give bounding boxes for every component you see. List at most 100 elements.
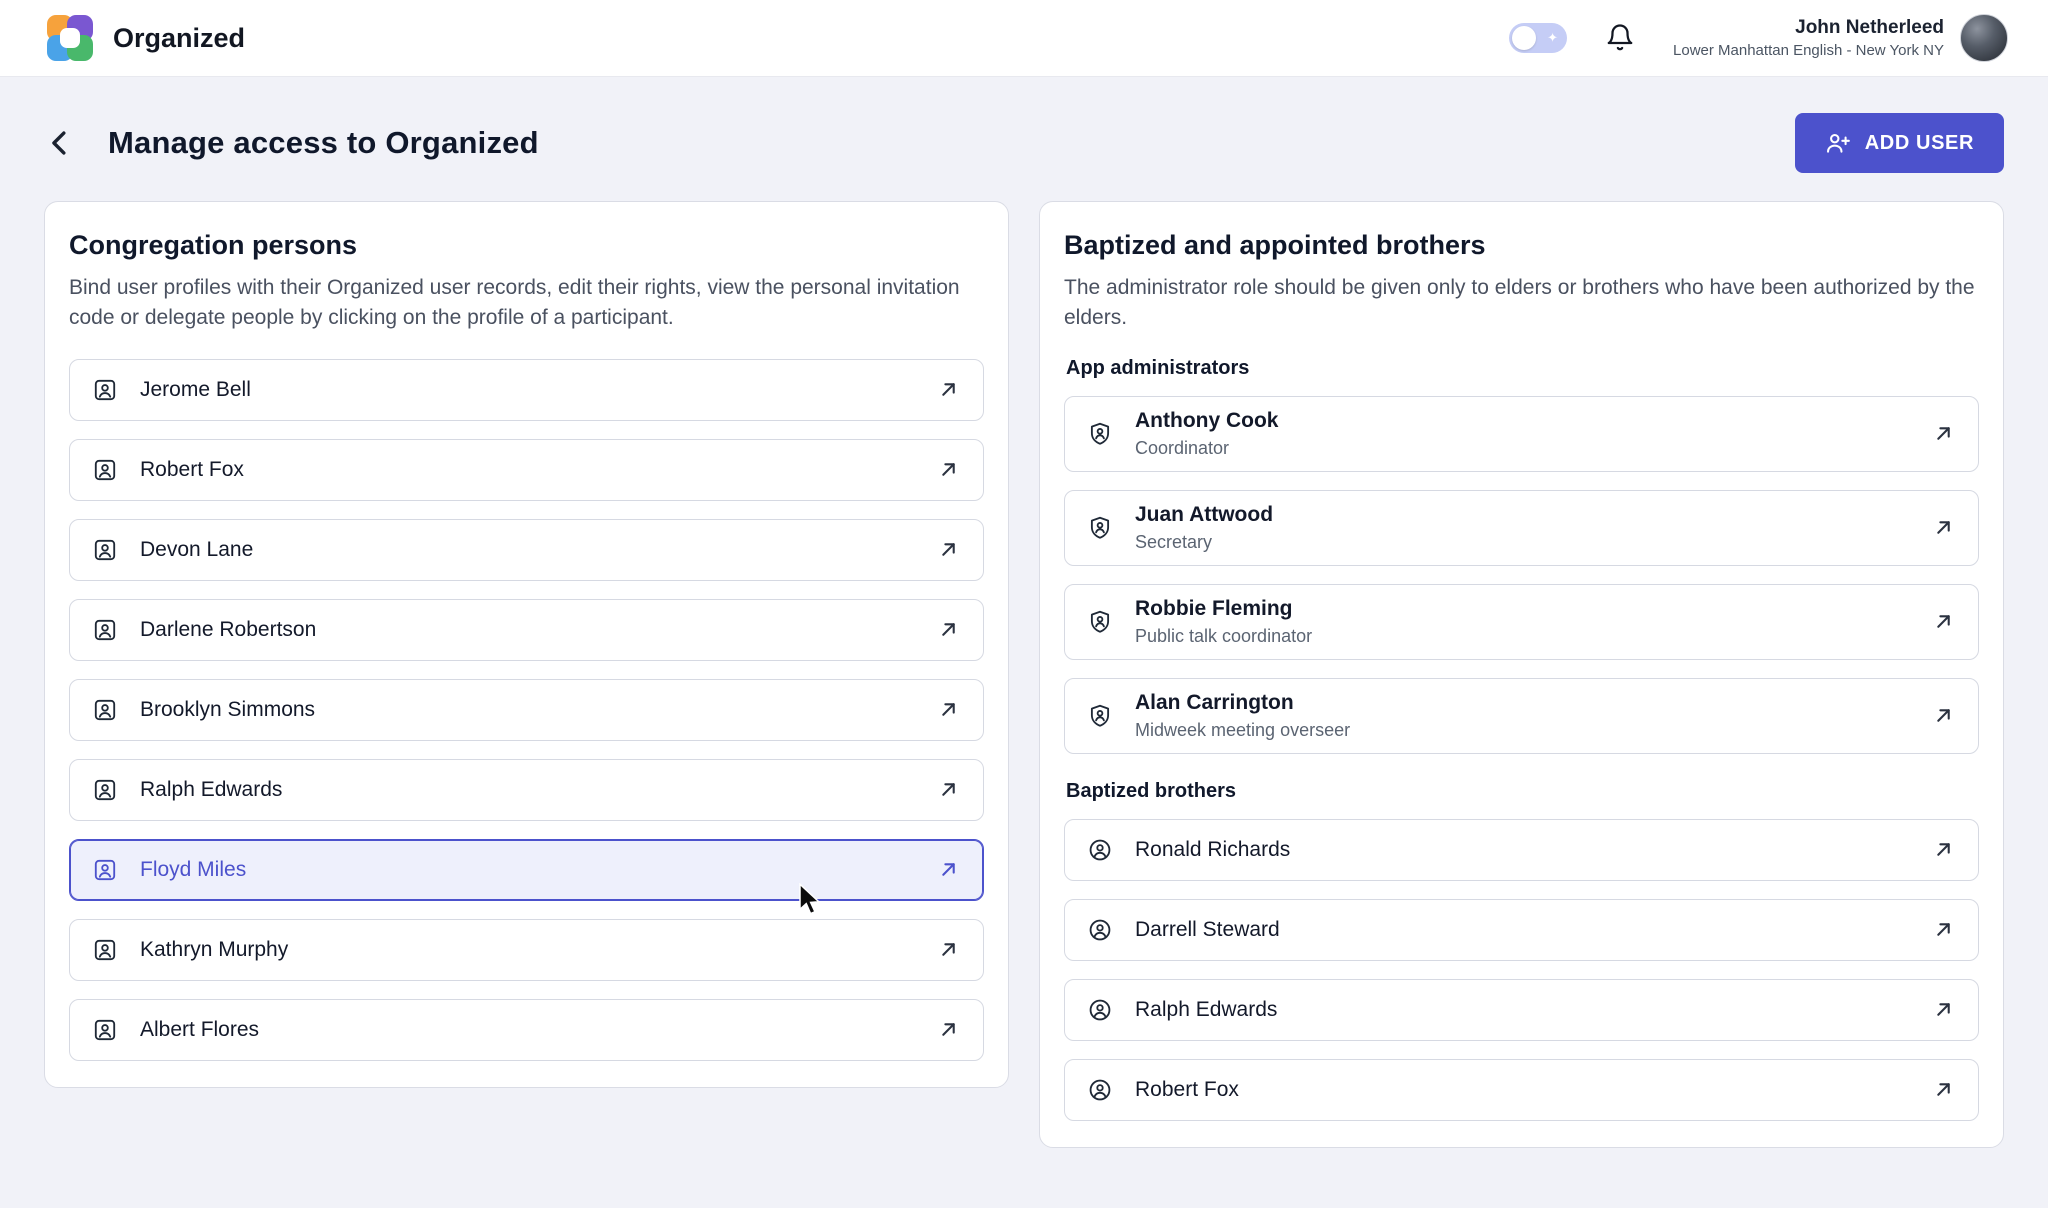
person-name: Floyd Miles <box>140 858 246 882</box>
open-arrow-icon[interactable] <box>936 457 961 482</box>
open-arrow-icon[interactable] <box>936 937 961 962</box>
toggle-knob <box>1512 26 1536 50</box>
brother-name: Darrell Steward <box>1135 918 1280 942</box>
user-plus-icon <box>1825 130 1851 156</box>
administrator-role: Coordinator <box>1135 438 1278 459</box>
page-header: Manage access to Organized ADD USER <box>0 77 2048 201</box>
open-arrow-icon[interactable] <box>1931 609 1956 634</box>
person-row[interactable]: Devon Lane <box>69 519 984 581</box>
administrator-name: Robbie Fleming <box>1135 597 1312 621</box>
person-circle-icon <box>1087 837 1113 863</box>
shield-person-icon <box>1087 515 1113 541</box>
id-badge-icon <box>92 617 118 643</box>
administrator-name: Alan Carrington <box>1135 691 1350 715</box>
id-badge-icon <box>92 937 118 963</box>
baptized-brothers-title: Baptized and appointed brothers <box>1064 230 1979 261</box>
administrator-text: Juan Attwood Secretary <box>1135 503 1273 553</box>
administrator-row[interactable]: Juan Attwood Secretary <box>1064 490 1979 566</box>
brothers-list: Ronald Richards <box>1064 819 1979 1121</box>
person-row[interactable]: Darlene Robertson <box>69 599 984 661</box>
top-bar-right: ✦ John Netherleed Lower Manhattan Englis… <box>1509 14 2008 62</box>
person-row[interactable]: Jerome Bell <box>69 359 984 421</box>
brother-name: Ronald Richards <box>1135 838 1290 862</box>
administrator-role: Midweek meeting overseer <box>1135 720 1350 741</box>
brother-name: Ralph Edwards <box>1135 998 1277 1022</box>
open-arrow-icon[interactable] <box>936 697 961 722</box>
app-administrators-heading: App administrators <box>1066 357 1977 380</box>
person-row[interactable]: Robert Fox <box>69 439 984 501</box>
brother-row[interactable]: Ronald Richards <box>1064 819 1979 881</box>
sparkle-icon: ✦ <box>1547 30 1558 46</box>
id-badge-icon <box>92 457 118 483</box>
open-arrow-icon[interactable] <box>936 857 961 882</box>
brother-row[interactable]: Ralph Edwards <box>1064 979 1979 1041</box>
page-title: Manage access to Organized <box>108 125 539 161</box>
id-badge-icon <box>92 857 118 883</box>
open-arrow-icon[interactable] <box>1931 917 1956 942</box>
administrators-list: Anthony Cook Coordinator <box>1064 396 1979 754</box>
id-badge-icon <box>92 1017 118 1043</box>
person-circle-icon <box>1087 997 1113 1023</box>
person-name: Brooklyn Simmons <box>140 698 315 722</box>
add-user-button[interactable]: ADD USER <box>1795 113 2004 173</box>
logo-core <box>60 28 80 48</box>
back-button[interactable] <box>44 126 78 160</box>
persons-list: Jerome Bell <box>69 359 984 1061</box>
notifications-bell-icon[interactable] <box>1605 23 1635 53</box>
congregation-persons-title: Congregation persons <box>69 230 984 261</box>
person-row[interactable]: Floyd Miles <box>69 839 984 901</box>
open-arrow-icon[interactable] <box>1931 997 1956 1022</box>
person-name: Albert Flores <box>140 1018 259 1042</box>
open-arrow-icon[interactable] <box>1931 703 1956 728</box>
user-text: John Netherleed Lower Manhattan English … <box>1673 17 1944 59</box>
open-arrow-icon[interactable] <box>936 537 961 562</box>
id-badge-icon <box>92 537 118 563</box>
baptized-brothers-heading: Baptized brothers <box>1066 780 1977 803</box>
app-name: Organized <box>113 23 245 54</box>
theme-toggle[interactable]: ✦ <box>1509 23 1567 53</box>
open-arrow-icon[interactable] <box>936 777 961 802</box>
brother-row[interactable]: Robert Fox <box>1064 1059 1979 1121</box>
add-user-label: ADD USER <box>1865 132 1974 155</box>
brother-row[interactable]: Darrell Steward <box>1064 899 1979 961</box>
baptized-brothers-description: The administrator role should be given o… <box>1064 273 1979 333</box>
id-badge-icon <box>92 697 118 723</box>
open-arrow-icon[interactable] <box>936 1017 961 1042</box>
open-arrow-icon[interactable] <box>1931 515 1956 540</box>
person-circle-icon <box>1087 1077 1113 1103</box>
administrator-row[interactable]: Anthony Cook Coordinator <box>1064 396 1979 472</box>
id-badge-icon <box>92 377 118 403</box>
person-name: Ralph Edwards <box>140 778 282 802</box>
app-logo <box>47 15 93 61</box>
administrator-row[interactable]: Robbie Fleming Public talk coordinator <box>1064 584 1979 660</box>
administrator-text: Robbie Fleming Public talk coordinator <box>1135 597 1312 647</box>
id-badge-icon <box>92 777 118 803</box>
open-arrow-icon[interactable] <box>1931 421 1956 446</box>
content-panels: Congregation persons Bind user profiles … <box>0 201 2048 1148</box>
person-name: Kathryn Murphy <box>140 938 288 962</box>
administrator-name: Anthony Cook <box>1135 409 1278 433</box>
avatar[interactable] <box>1960 14 2008 62</box>
baptized-brothers-panel: Baptized and appointed brothers The admi… <box>1039 201 2004 1148</box>
shield-person-icon <box>1087 421 1113 447</box>
administrator-row[interactable]: Alan Carrington Midweek meeting overseer <box>1064 678 1979 754</box>
congregation-persons-panel: Congregation persons Bind user profiles … <box>44 201 1009 1088</box>
person-row[interactable]: Albert Flores <box>69 999 984 1061</box>
open-arrow-icon[interactable] <box>936 617 961 642</box>
open-arrow-icon[interactable] <box>1931 1077 1956 1102</box>
user-menu[interactable]: John Netherleed Lower Manhattan English … <box>1673 14 2008 62</box>
person-row[interactable]: Ralph Edwards <box>69 759 984 821</box>
shield-person-icon <box>1087 703 1113 729</box>
person-row[interactable]: Brooklyn Simmons <box>69 679 984 741</box>
person-name: Jerome Bell <box>140 378 251 402</box>
open-arrow-icon[interactable] <box>936 377 961 402</box>
administrator-role: Secretary <box>1135 532 1273 553</box>
administrator-role: Public talk coordinator <box>1135 626 1312 647</box>
person-circle-icon <box>1087 917 1113 943</box>
administrator-name: Juan Attwood <box>1135 503 1273 527</box>
administrator-text: Alan Carrington Midweek meeting overseer <box>1135 691 1350 741</box>
person-name: Devon Lane <box>140 538 253 562</box>
person-row[interactable]: Kathryn Murphy <box>69 919 984 981</box>
open-arrow-icon[interactable] <box>1931 837 1956 862</box>
user-congregation: Lower Manhattan English - New York NY <box>1673 42 1944 59</box>
